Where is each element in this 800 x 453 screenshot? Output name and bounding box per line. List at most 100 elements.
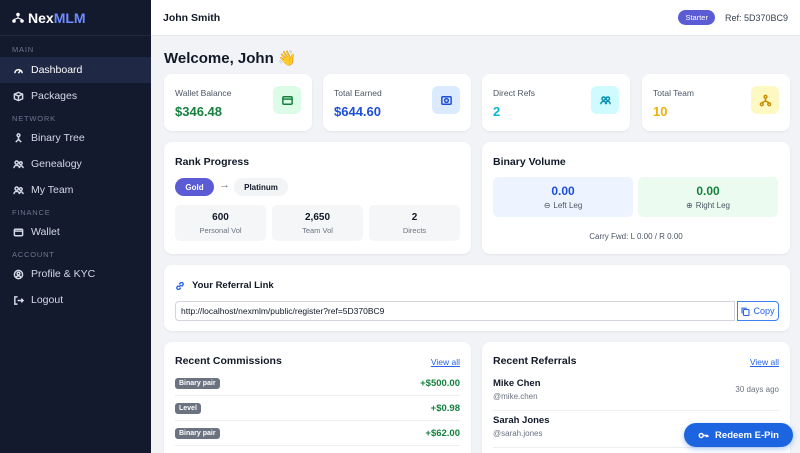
box-icon [13, 91, 24, 101]
card-title: Recent Referrals [493, 355, 577, 367]
people-icon [13, 159, 24, 168]
team-icon [13, 185, 24, 194]
sidebar-item-label: Profile & KYC [31, 268, 96, 280]
referral-link-card: Your Referral Link http://localhost/nexm… [164, 265, 790, 331]
card-title: Rank Progress [175, 156, 250, 168]
commission-type: Binary pair [175, 427, 220, 439]
stat-value: $346.48 [175, 104, 222, 119]
commission-type: Level [175, 402, 201, 414]
stat-value: 2 [493, 104, 501, 119]
money-icon [432, 86, 460, 114]
referral-url-field[interactable]: http://localhost/nexmlm/public/register?… [175, 301, 735, 321]
section-network: NETWORK [12, 114, 56, 123]
commission-row: Binary pair +$500.00 [175, 371, 460, 396]
network-logo-icon [12, 12, 24, 23]
sidebar-item-wallet[interactable]: Wallet [0, 219, 151, 245]
wallet-icon [273, 86, 301, 114]
section-main: MAIN [12, 45, 34, 54]
key-icon [698, 432, 709, 438]
stat-card-total-team: Total Team 10 [642, 74, 790, 131]
view-all-commissions-link[interactable]: View all [431, 357, 460, 367]
brand-accent: MLM [53, 9, 86, 26]
metric-directs: 2 Directs [369, 205, 460, 241]
referral-name: Mike Chen [493, 378, 541, 389]
commission-amount: +$0.98 [430, 402, 460, 414]
brand-logo[interactable]: Nex MLM [0, 0, 151, 36]
left-leg-label: Left Leg [553, 201, 583, 210]
main-content: Welcome, John 👋 Wallet Balance $346.48 T… [151, 36, 800, 453]
stat-label: Wallet Balance [175, 88, 232, 98]
referral-title: Your Referral Link [192, 280, 274, 291]
referral-handle: @mike.chen [493, 392, 538, 401]
commission-type: Binary pair [175, 377, 220, 389]
binary-volume-card: Binary Volume 0.00 ⊖ Left Leg 0.00 ⊕ Right… [482, 142, 790, 254]
rank-progress-card: Rank Progress Gold → Platinum 600 Person… [164, 142, 471, 254]
metric-personal-vol: 600 Personal Vol [175, 205, 266, 241]
right-leg-label: Right Leg [695, 201, 730, 210]
commission-row: Binary pair +$62.00 [175, 421, 460, 446]
section-finance: FINANCE [12, 208, 51, 217]
plan-badge: Starter [678, 10, 715, 25]
profile-icon [13, 269, 24, 279]
redeem-label: Redeem E-Pin [715, 429, 779, 441]
commission-row: Level +$0.98 [175, 396, 460, 421]
arrow-right-icon: → [219, 179, 230, 191]
stat-card-wallet: Wallet Balance $346.48 [164, 74, 312, 131]
redeem-epin-button[interactable]: Redeem E-Pin [684, 423, 793, 447]
gauge-icon [14, 68, 23, 74]
commission-amount: +$62.00 [425, 427, 460, 439]
card-title: Binary Volume [493, 156, 566, 168]
metric-value: 2 [411, 212, 418, 223]
left-leg-box: 0.00 ⊖ Left Leg [493, 177, 633, 217]
recent-commissions-card: Recent Commissions View all Binary pair … [164, 342, 471, 453]
metric-label: Team Vol [302, 226, 333, 235]
topbar: John Smith Starter Ref: 5D370BC9 [151, 0, 800, 36]
user-name[interactable]: John Smith [163, 12, 220, 24]
copy-icon [741, 307, 751, 316]
sidebar-item-my-team[interactable]: My Team [0, 177, 151, 203]
arrow-left-circle-icon: ⊖ [543, 201, 551, 210]
commission-amount: +$500.00 [420, 377, 460, 389]
carry-forward-text: Carry Fwd: L 0.00 / R 0.00 [589, 232, 683, 241]
arrow-right-circle-icon: ⊕ [686, 201, 693, 210]
sidebar-item-logout[interactable]: Logout [0, 287, 151, 313]
logout-icon [14, 295, 24, 305]
stat-label: Total Team [653, 88, 694, 98]
people-icon [591, 86, 619, 114]
referral-handle: @sarah.jones [493, 429, 543, 438]
wallet-icon [13, 228, 24, 236]
sidebar-item-label: My Team [31, 184, 74, 196]
sidebar-item-packages[interactable]: Packages [0, 83, 151, 109]
sidebar-item-label: Dashboard [31, 64, 83, 76]
sidebar-item-label: Binary Tree [31, 132, 85, 144]
copy-button[interactable]: Copy [737, 301, 779, 321]
sidebar-item-profile[interactable]: Profile & KYC [0, 261, 151, 287]
stat-value: $644.60 [334, 104, 381, 119]
left-leg-value: 0.00 [551, 184, 575, 198]
link-icon [176, 281, 184, 290]
right-leg-box: 0.00 ⊕ Right Leg [638, 177, 778, 217]
card-title: Your Referral Link [175, 280, 274, 291]
stat-label: Total Earned [334, 88, 382, 98]
network-icon [751, 86, 779, 114]
referral-name: Sarah Jones [493, 415, 550, 426]
sidebar-item-label: Logout [31, 294, 64, 306]
metric-value: 600 [212, 212, 229, 223]
copy-label: Copy [753, 306, 775, 316]
metric-label: Directs [402, 226, 427, 235]
sidebar-item-genealogy[interactable]: Genealogy [0, 151, 151, 177]
section-account: ACCOUNT [12, 250, 55, 259]
stat-value: 10 [653, 104, 668, 119]
sidebar-item-binary-tree[interactable]: Binary Tree [0, 125, 151, 151]
brand-prefix: Nex [28, 9, 54, 26]
stat-label: Direct Refs [493, 88, 536, 98]
metric-label: Personal Vol [199, 226, 242, 235]
view-all-referrals-link[interactable]: View all [750, 357, 779, 367]
referral-time: 30 days ago [735, 385, 779, 394]
sidebar-item-label: Packages [31, 90, 78, 102]
sidebar: Nex MLM MAIN Dashboard Packages NETWORK B… [0, 0, 151, 453]
sidebar-item-dashboard[interactable]: Dashboard [0, 57, 151, 83]
metric-value: 2,650 [304, 212, 331, 223]
tree-icon [15, 132, 22, 143]
right-leg-value: 0.00 [696, 184, 720, 198]
